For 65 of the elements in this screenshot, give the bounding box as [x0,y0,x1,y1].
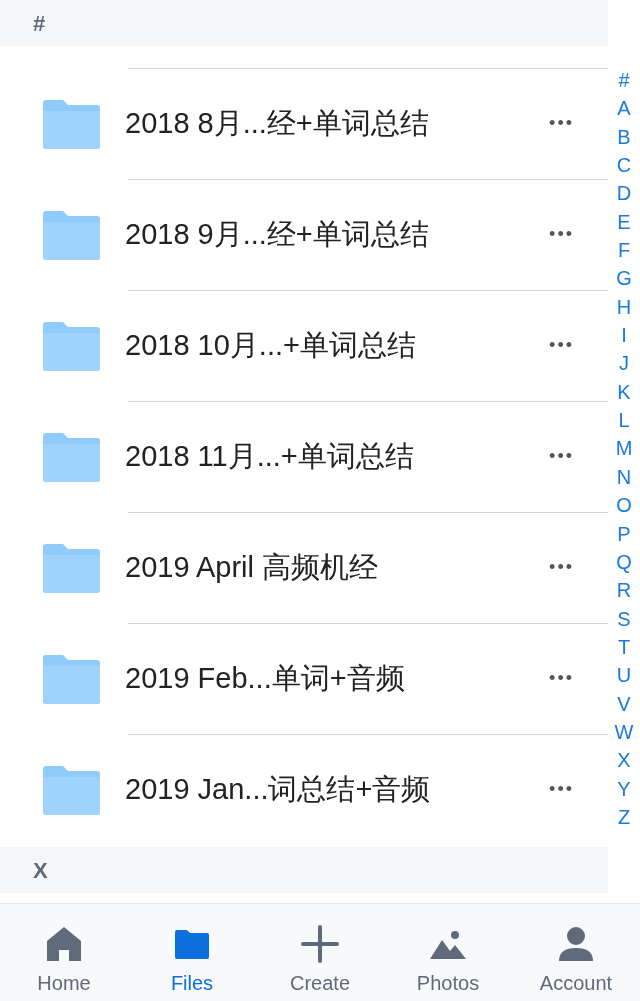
tab[interactable]: Files [128,904,256,1001]
folder-icon [41,209,101,260]
folder-icon [41,320,101,371]
index-letter[interactable]: H [616,292,632,322]
index-letter[interactable]: Z [617,802,631,832]
index-letter[interactable]: R [616,576,632,605]
folder-name: 2018 9月...经+单词总结 [125,216,430,252]
index-letter[interactable]: O [616,491,632,520]
section-header: # [0,0,608,46]
folder-name: 2018 10月...+单词总结 [125,327,417,363]
more-button[interactable]: ••• [549,110,574,137]
more-button[interactable]: ••• [549,443,574,470]
index-letter[interactable]: X [617,746,631,775]
index-letter[interactable]: I [621,321,627,350]
folder-row[interactable]: 2018 10月...+单词总结 ••• [0,290,608,401]
tab[interactable]: Create [256,904,384,1001]
index-letter[interactable]: G [616,264,632,293]
more-button[interactable]: ••• [549,332,574,359]
folder-row[interactable]: 2019 April 高频机经 ••• [0,512,608,623]
section-header: X [0,847,608,893]
folder-name: 2018 8月...经+单词总结 [125,105,430,141]
folder-icon [41,431,101,482]
index-letter[interactable]: D [616,179,632,208]
folder-name: 2019 April 高频机经 [125,549,380,585]
folder-icon [41,542,101,593]
index-letter[interactable]: U [616,661,632,690]
index-letter[interactable]: # [618,66,630,95]
folder-name: 2019 Jan...词总结+音频 [125,771,432,807]
index-letter[interactable]: N [616,462,632,492]
more-button[interactable]: ••• [549,221,574,248]
more-button[interactable]: ••• [549,665,574,692]
folder-row[interactable]: 2019 Jan...词总结+音频 ••• [0,734,608,845]
folder-icon [41,764,101,815]
index-letter[interactable]: A [617,94,631,123]
person-icon [556,924,596,964]
plus-icon [300,924,340,964]
index-letter[interactable]: B [617,122,631,152]
index-letter[interactable]: V [617,689,631,718]
index-letter[interactable]: K [617,377,631,407]
folder-name: 2018 11月...+单词总结 [125,438,415,474]
index-letter[interactable]: W [614,717,634,747]
index-letter[interactable]: J [619,349,629,378]
index-letter[interactable]: C [616,151,632,180]
folder-row[interactable]: 2018 11月...+单词总结 ••• [0,401,608,512]
index-letter[interactable]: M [615,434,633,463]
folder-icon [41,98,101,149]
index-letter[interactable]: S [617,604,631,633]
index-letter[interactable]: Q [616,547,632,577]
home-icon [44,924,84,964]
index-letter[interactable]: E [617,207,631,237]
index-letter[interactable]: P [617,519,631,548]
tab[interactable]: Home [0,904,128,1001]
folder-name: 2019 Feb...单词+音频 [125,660,406,696]
tab[interactable]: Photos [384,904,512,1001]
folder-row[interactable]: 2019 Feb...单词+音频 ••• [0,623,608,734]
index-letter[interactable]: L [618,406,630,435]
index-letter[interactable]: F [617,236,631,265]
index-letter[interactable]: Y [617,774,631,803]
folder-row[interactable]: 2018 8月...经+单词总结 ••• [0,68,608,179]
more-button[interactable]: ••• [549,776,574,803]
tab[interactable]: Account [512,904,640,1001]
index-letter[interactable]: T [617,632,631,662]
more-button[interactable]: ••• [549,554,574,581]
folder-icon [41,653,101,704]
folder-row[interactable]: 2018 9月...经+单词总结 ••• [0,179,608,290]
